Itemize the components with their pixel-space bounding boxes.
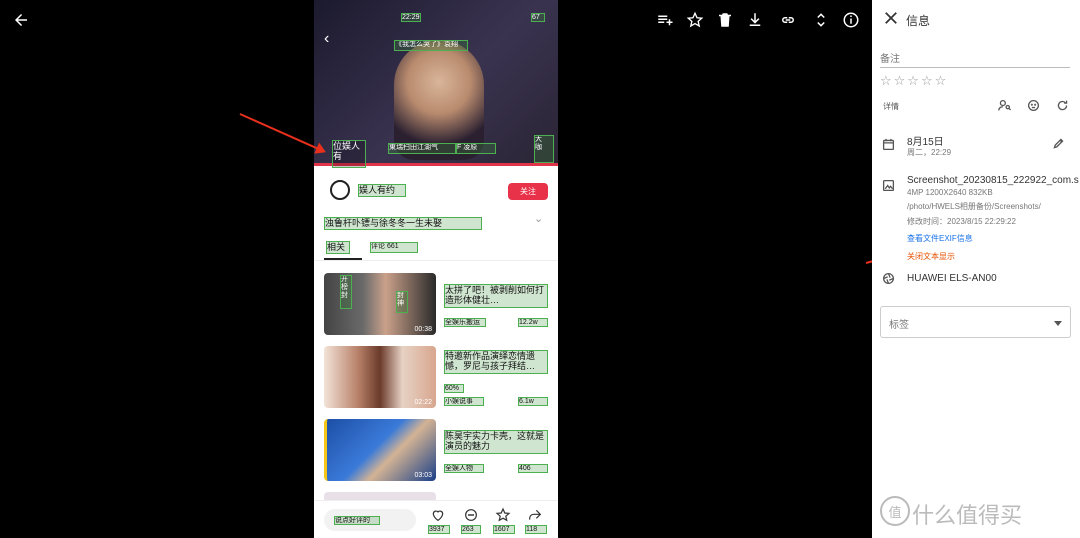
close-text-display-link[interactable]: 关闭文本显示 [907,251,955,262]
file-path: /photo/HWELS相册备份/Screenshots/ [907,202,1041,211]
note-placeholder: 备注 [880,54,900,65]
list-item-title[interactable]: 陈昊宇实力卡壳，这就是演员的魅力 [444,430,548,454]
list-item-extra: 60% [444,384,464,393]
comment-count: 263 [461,525,481,534]
file-meta: 4MP 1200X2640 832KB [907,188,993,197]
video-top-caption: 《我怎么哭了》袁翔 [394,40,468,51]
device-name: HUAWEI ELS-AN00 [907,273,997,284]
panel-title: 信息 [906,14,931,28]
calendar-icon [882,138,896,152]
list-item-plays: 6.1w [518,397,548,406]
list-item-source: 全娱人物 [444,464,484,473]
note-field[interactable]: 备注 [880,50,1070,68]
exif-link[interactable]: 查看文件EXIF信息 [907,233,973,244]
image-icon [882,179,896,193]
person-search-icon[interactable] [998,99,1012,113]
video-right-caption: F 凌原 [456,143,496,154]
video-title: 浊鲁杆卟镖与徐冬冬一生未娶 [324,217,482,230]
thumb-overlay-text: 开 榜 封 [340,275,352,309]
modified-time: 修改时间：2023/8/15 22:29:22 [907,217,1016,226]
expand-icon[interactable] [811,10,831,30]
author-name[interactable]: 娱人有约 [358,184,406,197]
watermark-logo: 值 [880,496,910,526]
video-duration: 03:03 [414,472,432,479]
list-item-source: 小娱说事 [444,397,484,406]
link-icon[interactable] [778,10,798,30]
info-panel: 信息 备注 ☆☆☆☆☆ 详情 8月15日 周二，22:29 Screenshot… [872,0,1080,538]
video-frame-face [394,40,484,160]
comment-input[interactable]: 说点好评的 [324,509,416,531]
tab-active-indicator [324,258,362,260]
tab-related[interactable]: 相关 [326,241,350,254]
dropdown-arrow-icon [1054,321,1062,326]
follow-button[interactable]: 关注 [508,183,548,200]
video-thumbnail[interactable]: 开 榜 封 封 神 00:38 [324,273,436,335]
file-name: Screenshot_20230815_222922_com.ss.an [907,175,1079,186]
watermark-logo-text: 值 [888,504,902,520]
tab-comments[interactable]: 评论 661 [370,242,418,253]
list-item-title[interactable]: 特邀新作品演绎恋情遗憾，罗尼与孩子拜结… [444,350,548,374]
list-item-title[interactable]: 太拼了吧！被剥削如何打造形体健壮… [444,284,548,308]
date-text: 8月15日 [907,137,944,148]
watermark-text: 什么值得买 [912,504,1023,529]
author-avatar[interactable] [330,180,350,200]
status-time: 22:29 [401,13,421,22]
favorite-count: 1607 [493,525,515,534]
video-back-icon[interactable]: ‹ [324,30,329,48]
star-icon[interactable] [495,507,513,525]
download-icon[interactable] [745,10,765,30]
image-viewer: 22:29 67 ‹ 《我怎么哭了》袁翔 位娱人 有 東瑞扫田江湖气 F 凌原 … [0,0,872,538]
list-item-plays: 12.2w [518,318,548,327]
back-arrow-icon[interactable] [11,10,31,30]
comment-placeholder: 说点好评的 [334,516,380,525]
video-center-caption: 東瑞扫田江湖气 [388,143,456,154]
chevron-down-icon[interactable]: ⌄ [534,212,543,225]
phone-screenshot: 22:29 67 ‹ 《我怎么哭了》袁翔 位娱人 有 東瑞扫田江湖气 F 凌原 … [314,0,558,538]
status-bar: 22:29 67 [314,10,558,26]
tabs-divider [314,260,558,261]
thumb-overlay-text-2: 封 神 [396,291,408,313]
share-icon[interactable] [527,507,545,525]
heart-icon[interactable] [430,507,448,525]
info-icon[interactable] [841,10,861,30]
list-item-source: 全娱乐搬运 [444,318,486,327]
video-thumbnail[interactable]: 03:03 [324,419,436,481]
date-subtext: 周二，22:29 [907,148,952,157]
bottom-action-bar: 说点好评的 3937 263 1607 118 [314,500,558,538]
delete-icon[interactable] [715,10,735,30]
star-icon[interactable] [685,10,705,30]
tag-select[interactable]: 标签 [880,306,1071,338]
video-duration: 00:38 [414,326,432,333]
comment-icon[interactable] [463,507,481,525]
edit-icon[interactable] [1052,137,1066,151]
video-side-box: 大 咖 [534,135,554,163]
video-duration: 02:22 [414,399,432,406]
close-icon[interactable] [884,11,900,27]
playlist-add-icon[interactable] [655,10,675,30]
rating-stars[interactable]: ☆☆☆☆☆ [880,73,948,89]
share-count: 118 [525,525,547,534]
follow-label: 关注 [520,187,536,196]
video-thumbnail[interactable]: 02:22 [324,346,436,408]
refresh-icon[interactable] [1056,99,1070,113]
battery-level: 67 [531,13,545,22]
tag-placeholder: 标签 [889,320,909,331]
details-label: 详情 [883,102,899,111]
list-item-plays: 406 [518,464,548,473]
aperture-icon [882,272,896,286]
annotation-arrow [239,113,325,153]
face-icon[interactable] [1027,99,1041,113]
like-count: 3937 [428,525,450,534]
video-left-overlay: 位娱人 有 [332,140,366,168]
